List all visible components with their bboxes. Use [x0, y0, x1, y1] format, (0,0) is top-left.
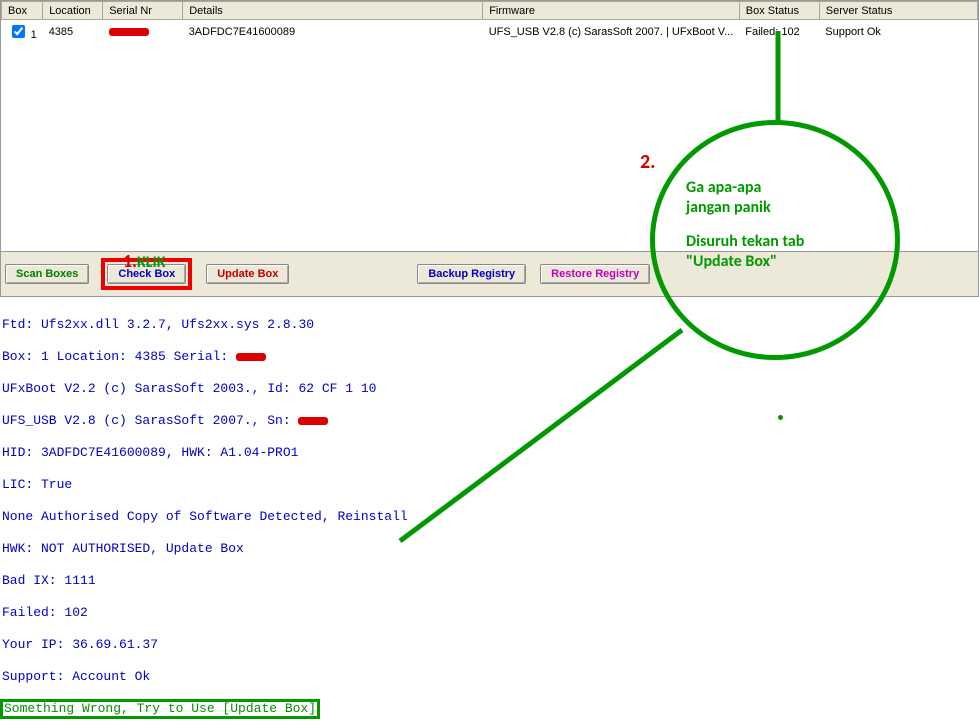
- cell-box: 1: [2, 20, 43, 44]
- console-output: Ftd: Ufs2xx.dll 3.2.7, Ufs2xx.sys 2.8.30…: [0, 297, 979, 721]
- toolbar: Scan Boxes Check Box Update Box Backup R…: [0, 252, 979, 297]
- console-line: HID: 3ADFDC7E41600089, HWK: A1.04-PRO1: [2, 445, 977, 461]
- console-line: Bad IX: 1111: [2, 573, 977, 589]
- boxes-table: Box Location Serial Nr Details Firmware …: [1, 1, 978, 43]
- console-line: Ftd: Ufs2xx.dll 3.2.7, Ufs2xx.sys 2.8.30: [2, 317, 977, 333]
- cell-details: 3ADFDC7E41600089: [183, 20, 483, 44]
- check-box-highlight: Check Box: [101, 258, 192, 290]
- console-highlight-line: Something Wrong, Try to Use [Update Box]: [2, 701, 318, 717]
- col-firmware[interactable]: Firmware: [483, 2, 740, 20]
- annotation-dot: [778, 415, 783, 420]
- serial-redacted: [236, 353, 266, 361]
- update-box-button[interactable]: Update Box: [206, 264, 289, 284]
- col-server-status[interactable]: Server Status: [819, 2, 977, 20]
- cell-firmware: UFS_USB V2.8 (c) SarasSoft 2007. | UFxBo…: [483, 20, 740, 44]
- console-line: Box: 1 Location: 4385 Serial:: [2, 349, 977, 365]
- sn-redacted: [298, 417, 328, 425]
- scan-boxes-button[interactable]: Scan Boxes: [5, 264, 89, 284]
- console-line: Failed: 102: [2, 605, 977, 621]
- col-details[interactable]: Details: [183, 2, 483, 20]
- restore-registry-button[interactable]: Restore Registry: [540, 264, 650, 284]
- console-line: Your IP: 36.69.61.37: [2, 637, 977, 653]
- cell-location: 4385: [43, 20, 103, 44]
- col-location[interactable]: Location: [43, 2, 103, 20]
- console-line: Support: Account Ok: [2, 669, 977, 685]
- boxes-table-container: Box Location Serial Nr Details Firmware …: [0, 0, 979, 252]
- console-line: UFxBoot V2.2 (c) SarasSoft 2003., Id: 62…: [2, 381, 977, 397]
- console-line: UFS_USB V2.8 (c) SarasSoft 2007., Sn:: [2, 413, 977, 429]
- col-box-status[interactable]: Box Status: [739, 2, 819, 20]
- table-row[interactable]: 1 4385 3ADFDC7E41600089 UFS_USB V2.8 (c)…: [2, 20, 978, 44]
- serial-redacted: [109, 28, 149, 36]
- cell-serial: [103, 20, 183, 44]
- cell-box-status: Failed: 102: [739, 20, 819, 44]
- backup-registry-button[interactable]: Backup Registry: [417, 264, 526, 284]
- col-serial[interactable]: Serial Nr: [103, 2, 183, 20]
- row-checkbox[interactable]: [12, 25, 25, 38]
- check-box-button[interactable]: Check Box: [107, 264, 186, 284]
- col-box[interactable]: Box: [2, 2, 43, 20]
- console-line: HWK: NOT AUTHORISED, Update Box: [2, 541, 977, 557]
- console-line: None Authorised Copy of Software Detecte…: [2, 509, 977, 525]
- box-number: 1: [31, 29, 37, 41]
- cell-server-status: Support Ok: [819, 20, 977, 44]
- console-line: LIC: True: [2, 477, 977, 493]
